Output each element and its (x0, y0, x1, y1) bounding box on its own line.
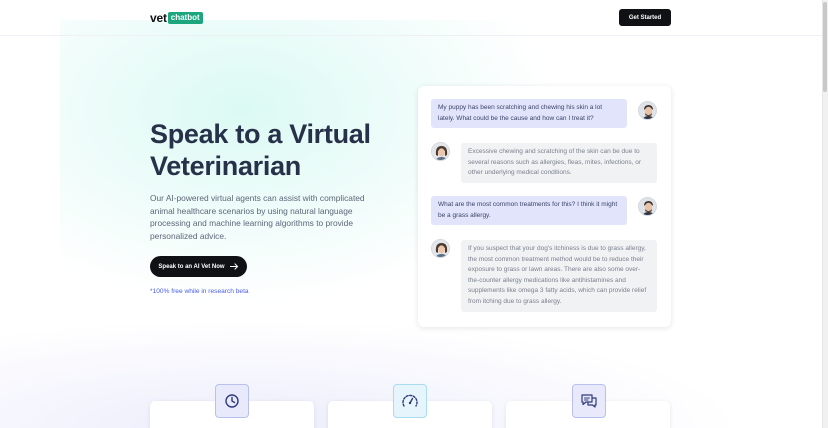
get-started-button[interactable]: Get Started (619, 9, 671, 26)
vet-avatar (431, 142, 450, 161)
brand-logo[interactable]: vet chatbot (150, 11, 203, 25)
site-header: vet chatbot Get Started (0, 0, 822, 36)
chat-message-bot: If you suspect that your dog's itchiness… (461, 240, 657, 312)
page-scrollbar[interactable] (822, 0, 828, 428)
brand-badge: chatbot (167, 12, 203, 24)
vet-avatar (431, 239, 450, 258)
chat-message-user: What are the most common treatments for … (431, 196, 627, 226)
hero-title: Speak to a Virtual Veterinarian (150, 119, 371, 181)
hero-description: Our AI-powered virtual agents can assist… (150, 193, 365, 241)
user-avatar (638, 101, 657, 120)
arrow-right-icon (229, 263, 238, 270)
user-avatar (638, 197, 657, 216)
beta-note: *100% free while in research beta (150, 288, 249, 295)
cta-label: Speak to an AI Vet Now (158, 263, 225, 270)
chat-bubbles-icon (572, 384, 606, 418)
clock-icon (215, 384, 249, 418)
chat-demo-card: My puppy has been scratching and chewing… (418, 86, 671, 327)
chat-message-bot: Excessive chewing and scratching of the … (461, 143, 657, 183)
chat-message-user: My puppy has been scratching and chewing… (431, 99, 627, 129)
speedometer-icon (393, 384, 427, 418)
brand-name: vet (150, 11, 167, 25)
scrollbar-thumb[interactable] (823, 2, 827, 92)
speak-to-ai-vet-button[interactable]: Speak to an AI Vet Now (150, 256, 247, 277)
